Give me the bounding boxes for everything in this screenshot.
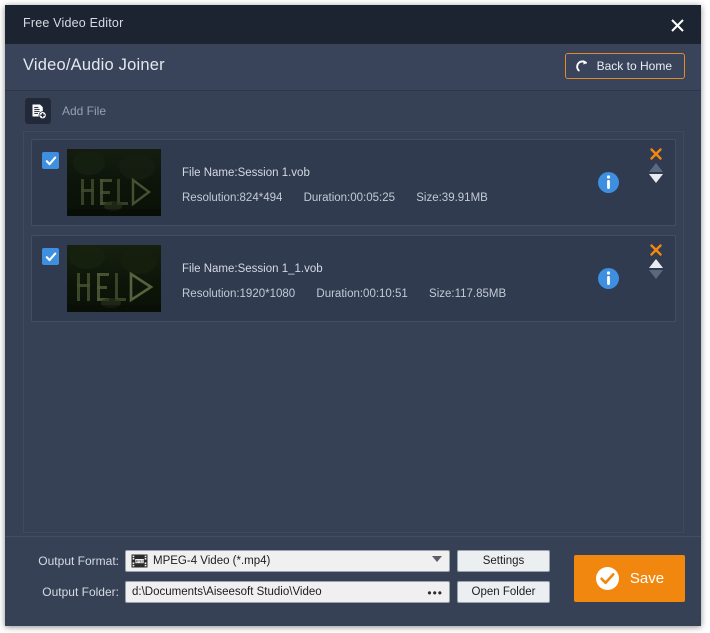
- check-circle-icon: [595, 566, 620, 591]
- browse-folder-button[interactable]: •••: [427, 585, 443, 601]
- file-size: Size:117.85MB: [429, 288, 507, 300]
- title-bar: Free Video Editor: [5, 5, 701, 44]
- table-row[interactable]: File Name:Session 1_1.vob Resolution:192…: [31, 235, 676, 322]
- file-resolution: Resolution:824*494: [182, 192, 283, 204]
- add-file-bar: Add File: [5, 91, 701, 131]
- mpeg-film-icon: MPEG: [131, 554, 148, 568]
- close-icon[interactable]: [664, 13, 690, 37]
- file-checkbox[interactable]: [42, 152, 59, 169]
- redo-arrow-icon: [575, 59, 590, 73]
- file-name: File Name:Session 1.vob: [182, 167, 310, 179]
- video-thumbnail: [67, 149, 161, 216]
- add-file-label[interactable]: Add File: [62, 104, 106, 118]
- add-file-icon[interactable]: [25, 98, 51, 124]
- move-up-icon[interactable]: [649, 163, 663, 173]
- file-name: File Name:Session 1_1.vob: [182, 263, 323, 275]
- info-icon[interactable]: [597, 267, 620, 290]
- back-to-home-button[interactable]: Back to Home: [564, 53, 685, 79]
- remove-icon[interactable]: [649, 147, 663, 161]
- open-folder-button[interactable]: Open Folder: [457, 581, 550, 603]
- file-duration: Duration:00:05:25: [303, 192, 396, 204]
- table-row[interactable]: File Name:Session 1.vob Resolution:824*4…: [31, 139, 676, 226]
- page-header: Video/Audio Joiner Back to Home: [5, 44, 701, 91]
- file-duration: Duration:00:10:51: [316, 288, 408, 300]
- window-title: Free Video Editor: [23, 16, 124, 30]
- chevron-down-icon[interactable]: [432, 556, 442, 562]
- output-folder-value: d:\Documents\Aiseesoft Studio\Video: [132, 586, 322, 598]
- settings-button[interactable]: Settings: [457, 550, 550, 572]
- svg-text:MPEG: MPEG: [134, 560, 145, 564]
- output-format-select[interactable]: MPEG MPEG-4 Video (*.mp4): [125, 550, 450, 572]
- video-thumbnail: [67, 245, 161, 312]
- file-meta: File Name:Session 1.vob Resolution:824*4…: [182, 140, 572, 227]
- info-icon[interactable]: [597, 171, 620, 194]
- save-button[interactable]: Save: [574, 555, 685, 602]
- move-down-icon[interactable]: [649, 270, 663, 280]
- output-folder-input[interactable]: d:\Documents\Aiseesoft Studio\Video •••: [125, 581, 450, 603]
- back-to-home-label: Back to Home: [596, 59, 672, 73]
- move-up-icon[interactable]: [649, 259, 663, 269]
- file-meta: File Name:Session 1_1.vob Resolution:192…: [182, 236, 572, 323]
- output-folder-label: Output Folder:: [42, 585, 119, 599]
- file-size: Size:39.91MB: [416, 192, 488, 204]
- file-list-panel: File Name:Session 1.vob Resolution:824*4…: [23, 131, 684, 533]
- save-label: Save: [629, 570, 665, 587]
- remove-icon[interactable]: [649, 243, 663, 257]
- file-resolution: Resolution:1920*1080: [182, 288, 296, 300]
- output-format-label: Output Format:: [38, 554, 119, 568]
- move-down-icon[interactable]: [649, 174, 663, 184]
- output-format-value: MPEG-4 Video (*.mp4): [153, 555, 271, 567]
- output-panel: Output Format: MPEG MPEG-4 Video (*.mp4)…: [5, 536, 701, 626]
- page-title: Video/Audio Joiner: [23, 56, 165, 74]
- file-specs: Resolution:824*494 Duration:00:05:25 Siz…: [182, 192, 488, 204]
- application-window: Free Video Editor Video/Audio Joiner Bac…: [5, 5, 701, 626]
- file-checkbox[interactable]: [42, 248, 59, 265]
- file-specs: Resolution:1920*1080 Duration:00:10:51 S…: [182, 288, 506, 300]
